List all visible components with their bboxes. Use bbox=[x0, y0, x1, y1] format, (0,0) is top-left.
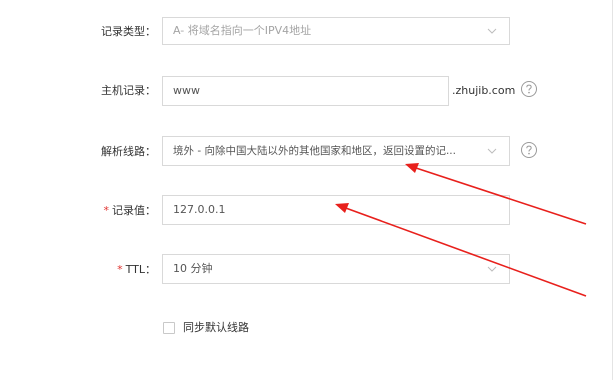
dns-record-form: 记录类型： A- 将域名指向一个IPV4地址 主机记录： www .zhujib… bbox=[0, 0, 616, 380]
annotation-arrow bbox=[405, 163, 587, 225]
annotation-arrow bbox=[335, 203, 587, 297]
annotation-arrows bbox=[335, 163, 587, 297]
